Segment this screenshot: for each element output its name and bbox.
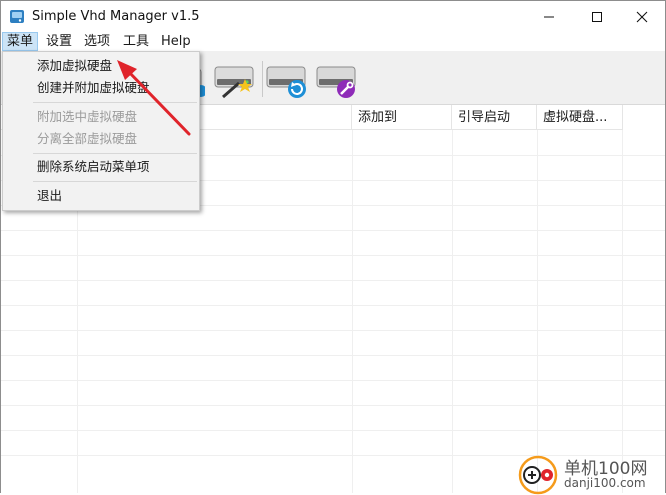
grid-line (1, 330, 665, 331)
grid-line (537, 130, 538, 493)
grid-line (1, 430, 665, 431)
watermark-logo-icon (518, 455, 558, 495)
menu-separator (33, 102, 197, 103)
menu-item-create-attach-vhd[interactable]: 创建并附加虚拟硬盘 (5, 77, 197, 99)
grid-line (1, 380, 665, 381)
menu-main[interactable]: 菜单 (2, 32, 39, 51)
menu-item-exit[interactable]: 退出 (5, 185, 197, 207)
menu-item-attach-selected-vhd[interactable]: 附加选中虚拟硬盘 (5, 106, 197, 128)
watermark-url: danji100.com (564, 476, 646, 490)
grid-line (352, 130, 353, 493)
menu-tools[interactable]: 工具 (119, 32, 153, 51)
grid-line (1, 305, 665, 306)
menu-item-detach-all-vhd[interactable]: 分离全部虚拟硬盘 (5, 128, 197, 150)
column-header-attach-to[interactable]: 添加到 (352, 105, 452, 130)
menu-separator (33, 153, 197, 154)
menu-help[interactable]: Help (157, 32, 195, 51)
column-header-vhd[interactable]: 虚拟硬盘... (537, 105, 623, 130)
refresh-drive-icon[interactable] (263, 57, 311, 99)
minimize-icon (544, 16, 554, 17)
grid-line (1, 280, 665, 281)
menu-separator (33, 181, 197, 182)
menu-item-add-vhd[interactable]: 添加虚拟硬盘 (5, 55, 197, 77)
grid-line (1, 355, 665, 356)
watermark: 单机100网 danji100.com (516, 449, 666, 495)
maximize-button[interactable] (574, 1, 620, 32)
app-window: Simple Vhd Manager v1.5 菜单 设置 选项 工具 Help (0, 0, 666, 495)
title-bar: Simple Vhd Manager v1.5 (1, 1, 665, 32)
new-drive-icon[interactable] (209, 57, 257, 99)
column-header-boot[interactable]: 引导启动 (452, 105, 537, 130)
repair-drive-icon[interactable] (313, 57, 361, 99)
menu-item-remove-boot-entry[interactable]: 删除系统启动菜单项 (5, 156, 197, 178)
grid-line (1, 230, 665, 231)
grid-line (622, 130, 623, 493)
grid-line (452, 130, 453, 493)
grid-line (1, 405, 665, 406)
window-title: Simple Vhd Manager v1.5 (32, 9, 200, 24)
menu-bar: 菜单 设置 选项 工具 Help (1, 32, 665, 51)
grid-line (1, 255, 665, 256)
main-menu-dropdown: 添加虚拟硬盘 创建并附加虚拟硬盘 附加选中虚拟硬盘 分离全部虚拟硬盘 删除系统启… (2, 51, 200, 211)
maximize-icon (592, 11, 602, 22)
minimize-button[interactable] (526, 1, 572, 32)
close-icon (636, 11, 648, 22)
menu-settings[interactable]: 设置 (42, 32, 76, 51)
app-icon (10, 10, 24, 23)
menu-options[interactable]: 选项 (80, 32, 114, 51)
close-button[interactable] (619, 1, 665, 32)
